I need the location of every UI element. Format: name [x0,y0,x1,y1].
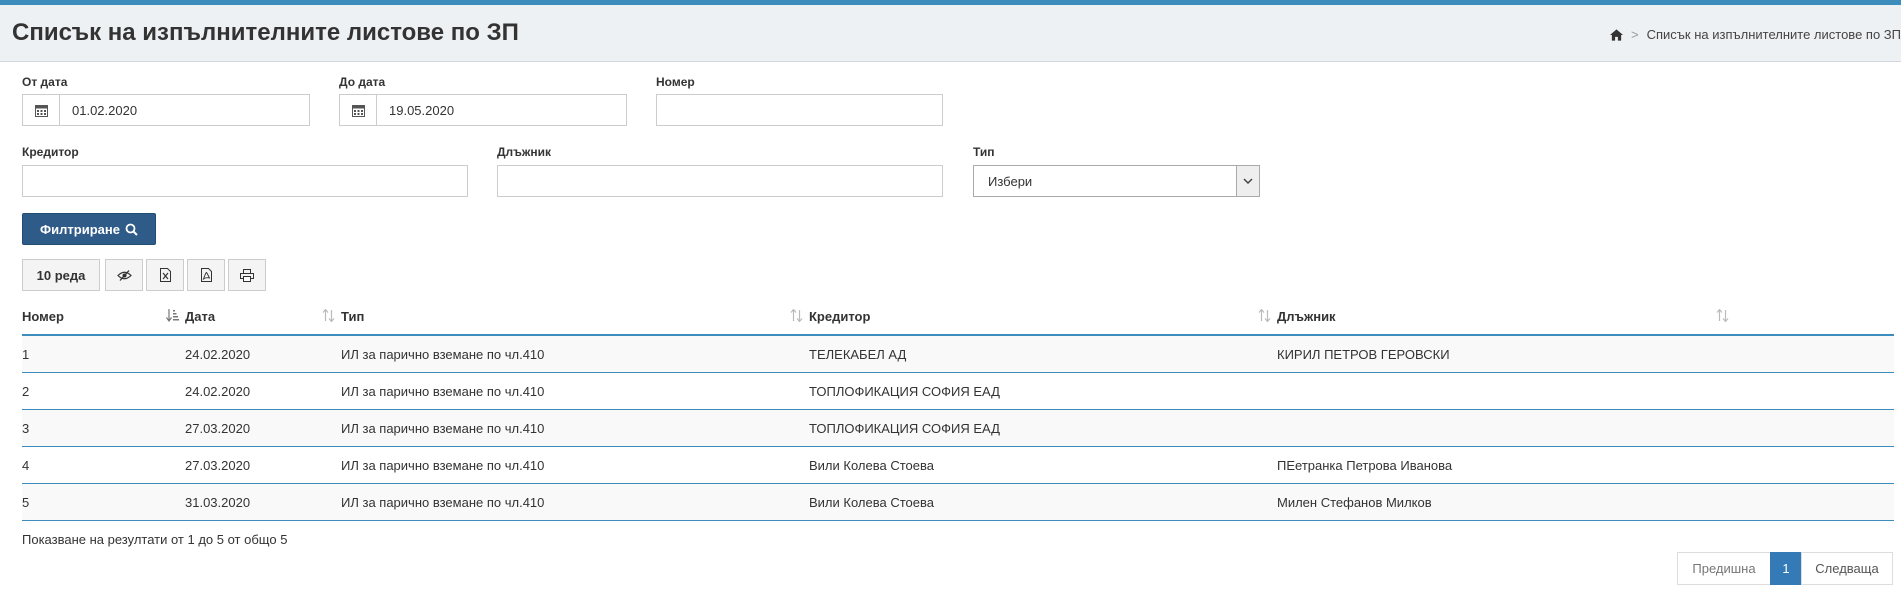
table-header-row: Номер Дата Тип Кредитор Длъжник [22,298,1894,336]
type-select-value: Избери [988,173,1033,189]
cell-number: 2 [22,372,185,410]
page-title: Списък на изпълнителните листове по ЗП [12,19,519,46]
cell-date: 31.03.2020 [185,483,341,521]
debtor-input[interactable] [497,165,943,197]
column-header-number[interactable]: Номер [22,298,185,336]
column-header-label: Кредитор [809,308,871,324]
cell-debtor: Милен Стефанов Милков [1277,483,1894,521]
page-header: Списък на изпълнителните листове по ЗП >… [0,5,1901,62]
export-excel-button[interactable] [146,259,184,291]
cell-type: ИЛ за парично вземане по чл.410 [341,372,809,410]
pagination: Предишна 1 Следваща [1677,552,1893,585]
creditor-input[interactable] [22,165,468,197]
to-date-input[interactable]: 19.05.2020 [376,94,627,126]
number-label: Номер [656,75,695,89]
table-row[interactable]: 5 31.03.2020 ИЛ за парично вземане по чл… [22,483,1894,521]
cell-creditor: Вили Колева Стоева [809,446,1277,484]
column-header-date[interactable]: Дата [185,298,341,336]
sort-asc-icon [166,309,179,322]
cell-date: 27.03.2020 [185,409,341,447]
cell-creditor: ТОПЛОФИКАЦИЯ СОФИЯ ЕАД [809,409,1277,447]
rows-per-page-label: 10 реда [36,267,86,283]
pagination-previous[interactable]: Предишна [1677,552,1771,585]
from-date-group: 01.02.2020 [22,94,310,126]
eye-slash-icon [116,269,132,281]
home-icon[interactable] [1610,28,1623,41]
rows-per-page-button[interactable]: 10 реда [22,259,100,291]
to-date-calendar-addon[interactable] [339,94,376,126]
cell-type: ИЛ за парично вземане по чл.410 [341,483,809,521]
to-date-group: 19.05.2020 [339,94,627,126]
results-info: Показване на резултати от 1 до 5 от общо… [22,532,288,547]
table-row[interactable]: 3 27.03.2020 ИЛ за парично вземане по чл… [22,409,1894,447]
cell-debtor [1277,409,1894,447]
cell-number: 4 [22,446,185,484]
calendar-icon [34,104,48,117]
from-date-label: От дата [22,75,68,89]
breadcrumb-separator: > [1631,27,1639,42]
sort-icon [1716,309,1729,322]
print-button[interactable] [228,259,266,291]
creditor-label: Кредитор [22,145,79,159]
table-row[interactable]: 1 24.02.2020 ИЛ за парично вземане по чл… [22,335,1894,373]
column-header-creditor[interactable]: Кредитор [809,298,1277,336]
cell-debtor: ПЕетранка Петрова Иванова [1277,446,1894,484]
type-label: Тип [973,145,995,159]
table-row[interactable]: 2 24.02.2020 ИЛ за парично вземане по чл… [22,372,1894,410]
pagination-next[interactable]: Следваща [1801,552,1893,585]
column-header-label: Тип [341,308,365,324]
chevron-down-icon[interactable] [1236,166,1259,196]
cell-creditor: Вили Колева Стоева [809,483,1277,521]
cell-number: 5 [22,483,185,521]
cell-date: 27.03.2020 [185,446,341,484]
from-date-input[interactable]: 01.02.2020 [59,94,310,126]
cell-creditor: ТОПЛОФИКАЦИЯ СОФИЯ ЕАД [809,372,1277,410]
search-icon [125,223,138,236]
pdf-icon [200,268,212,282]
cell-number: 3 [22,409,185,447]
cell-date: 24.02.2020 [185,372,341,410]
cell-creditor: ТЕЛЕКАБЕЛ АД [809,335,1277,373]
from-date-calendar-addon[interactable] [22,94,59,126]
breadcrumb-current: Списък на изпълнителните листове по ЗП [1646,27,1901,42]
number-input[interactable] [656,94,943,126]
column-header-label: Номер [22,308,64,324]
column-header-label: Длъжник [1277,308,1336,324]
table-row[interactable]: 4 27.03.2020 ИЛ за парично вземане по чл… [22,446,1894,484]
column-visibility-button[interactable] [105,259,143,291]
column-header-debtor[interactable]: Длъжник [1277,298,1894,336]
sort-icon [1258,309,1271,322]
to-date-label: До дата [339,75,386,89]
calendar-icon [351,104,365,117]
breadcrumb: > Списък на изпълнителните листове по ЗП [1610,27,1901,42]
type-select[interactable]: Избери [973,165,1260,197]
cell-number: 1 [22,335,185,373]
sort-icon [790,309,803,322]
excel-icon [159,268,171,282]
debtor-label: Длъжник [497,145,552,159]
column-header-label: Дата [185,308,216,324]
cell-debtor: КИРИЛ ПЕТРОВ ГЕРОВСКИ [1277,335,1894,373]
cell-debtor [1277,372,1894,410]
filter-button[interactable]: Филтриране [22,213,156,245]
cell-date: 24.02.2020 [185,335,341,373]
results-table: Номер Дата Тип Кредитор Длъжник 1 24.02.… [22,298,1894,521]
cell-type: ИЛ за парично вземане по чл.410 [341,335,809,373]
export-pdf-button[interactable] [187,259,225,291]
filter-button-label: Филтриране [40,221,120,237]
cell-type: ИЛ за парично вземане по чл.410 [341,409,809,447]
print-icon [240,268,254,282]
cell-type: ИЛ за парично вземане по чл.410 [341,446,809,484]
sort-icon [322,309,335,322]
column-header-type[interactable]: Тип [341,298,809,336]
pagination-page-1[interactable]: 1 [1770,552,1802,585]
